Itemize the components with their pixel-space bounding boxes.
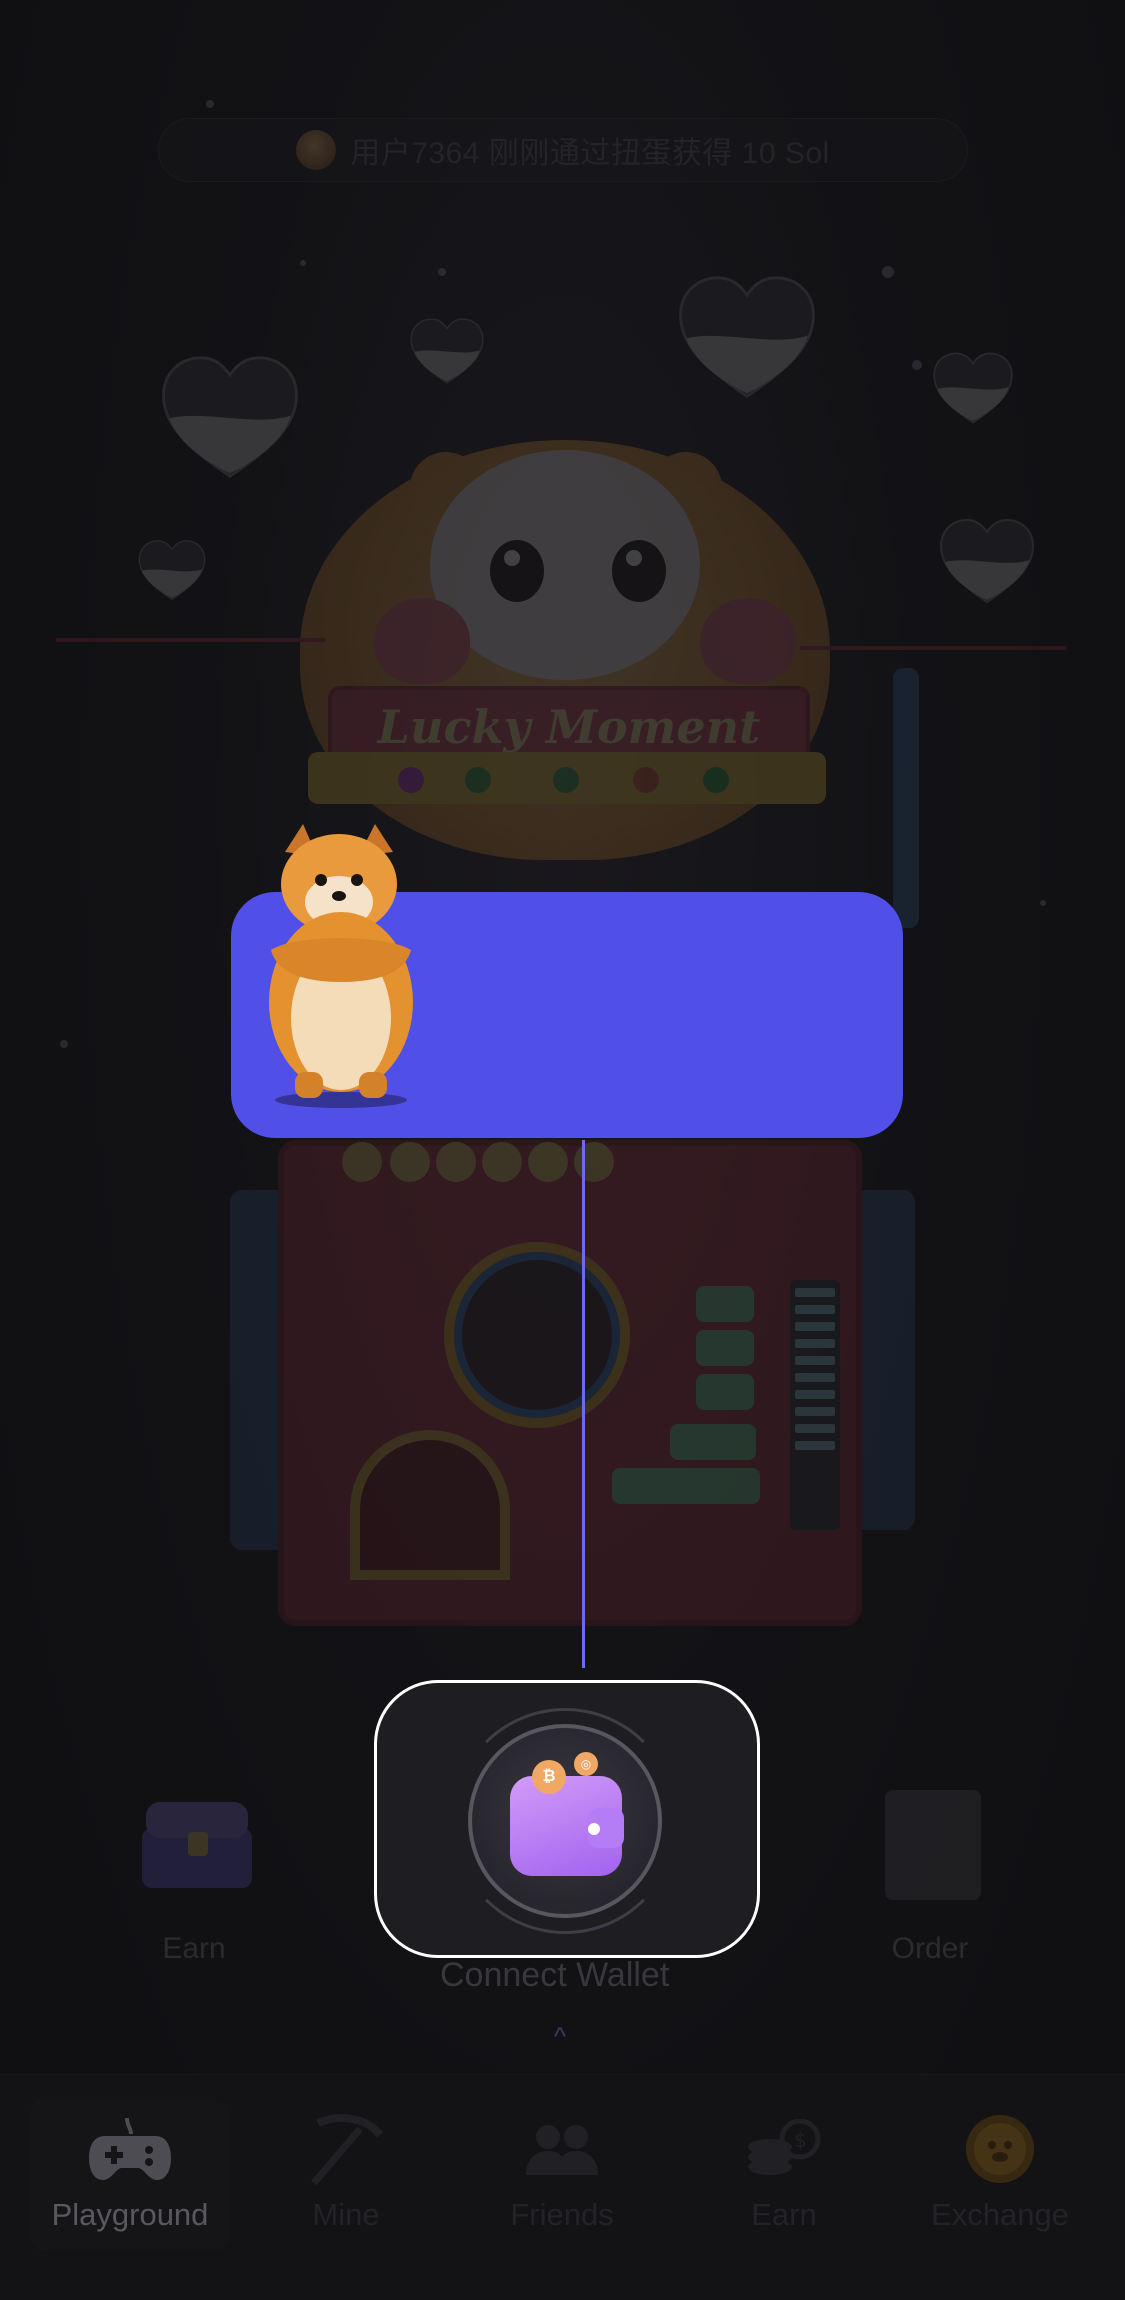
friends-icon [462,2109,662,2189]
coin-slot [436,1142,476,1182]
cheek-heart [374,598,470,684]
tab-label: Playground [51,2197,209,2232]
svg-text:$: $ [794,2128,807,2152]
chevron-up-icon: ^ [553,2021,567,2051]
light-bulb [553,767,579,793]
coins-icon: $ [684,2109,884,2189]
coin-slot [482,1142,522,1182]
coin-slot [574,1142,614,1182]
tab-mine[interactable]: Mine [246,2099,446,2251]
tab-earn[interactable]: $ Earn [684,2099,884,2251]
tab-friends[interactable]: Friends [462,2099,662,2251]
bitcoin-icon: ₿ [532,1760,566,1794]
light-bulb [633,767,659,793]
machine-button [612,1468,760,1504]
machine-button [696,1374,754,1410]
prize-door [350,1430,510,1580]
hamster-eye [612,540,666,602]
sign-text: Lucky Moment [377,700,761,754]
machine-button [696,1330,754,1366]
shortcut-order-label: Order [891,1932,969,1965]
shortcut-earn[interactable]: Earn [134,1932,254,1966]
light-bulb [703,767,729,793]
side-pipe [893,668,919,928]
tab-exchange[interactable]: Exchange [900,2099,1100,2251]
pickaxe-icon [246,2109,446,2189]
machine-vent [790,1280,840,1530]
machine-side-right [855,1190,915,1530]
rotor [56,638,326,642]
bottom-tab-bar: Playground Mine Friends $ Earn Exchange [0,2074,1125,2300]
tab-label: Mine [312,2197,380,2232]
tip-pointer-line [582,1140,585,1668]
wallet-clasp-dot [588,1823,600,1835]
shortcut-order[interactable]: Order [870,1932,990,1966]
connect-wallet-label[interactable]: Connect Wallet [440,1956,669,1995]
treasure-chest-icon[interactable] [132,1788,262,1898]
light-bulb [398,767,424,793]
gamepad-icon [30,2109,230,2189]
hamster-eye [490,540,544,602]
order-receipt-icon[interactable] [885,1790,981,1900]
tab-label: Exchange [931,2197,1069,2232]
cheek-heart [700,598,796,684]
machine-button [670,1424,756,1460]
hamster-coin-icon [900,2109,1100,2189]
machine-button [696,1286,754,1322]
tab-label: Friends [510,2197,614,2232]
shiba-mascot [255,822,425,1112]
tab-playground[interactable]: Playground [30,2099,230,2251]
coin-icon: ◎ [574,1752,598,1776]
coin-slot [390,1142,430,1182]
shortcut-earn-label: Earn [162,1932,226,1965]
coin-slot [342,1142,382,1182]
tab-label: Earn [751,2197,817,2232]
light-bulb [465,767,491,793]
rotor [800,646,1066,650]
machine-dial [444,1242,630,1428]
coin-slot [528,1142,568,1182]
